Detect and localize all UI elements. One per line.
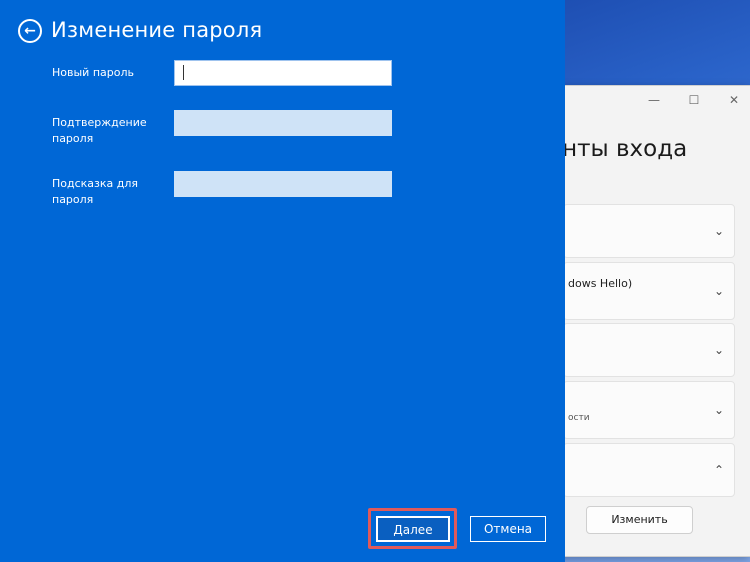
chevron-down-icon: ⌄: [713, 403, 724, 417]
dialog-title: Изменение пароля: [51, 18, 263, 42]
settings-card-2[interactable]: dows Hello) ⌄: [563, 262, 735, 320]
settings-card-1[interactable]: ⌄: [563, 204, 735, 258]
chevron-down-icon: ⌄: [713, 284, 724, 298]
password-hint-input[interactable]: [174, 171, 392, 197]
settings-card-4-sublabel: ости: [568, 413, 590, 423]
password-hint-label: Подсказка для пароля: [52, 177, 139, 206]
next-button[interactable]: Далее: [376, 516, 450, 542]
back-arrow-icon[interactable]: ←: [18, 19, 42, 43]
settings-title: анты входа: [548, 136, 688, 162]
chevron-up-icon: ⌃: [713, 463, 724, 477]
text-caret: [183, 65, 184, 80]
settings-card-5[interactable]: ⌃: [563, 443, 735, 497]
close-icon[interactable]: ✕: [726, 92, 742, 108]
confirm-password-input[interactable]: [174, 110, 392, 136]
maximize-icon[interactable]: ☐: [686, 92, 702, 108]
cancel-button[interactable]: Отмена: [470, 516, 546, 542]
chevron-down-icon: ⌄: [713, 224, 724, 238]
chevron-down-icon: ⌄: [713, 343, 724, 357]
settings-card-4[interactable]: ости ⌄: [563, 381, 735, 439]
confirm-password-label: Подтверждение пароля: [52, 116, 147, 145]
settings-card-3[interactable]: ⌄: [563, 323, 735, 377]
new-password-label: Новый пароль: [52, 66, 134, 79]
new-password-input[interactable]: [174, 60, 392, 86]
change-password-dialog: ← Изменение пароля Новый пароль Подтверж…: [0, 0, 565, 562]
settings-card-2-label: dows Hello): [568, 277, 633, 290]
change-button[interactable]: Изменить: [586, 506, 693, 534]
minimize-icon[interactable]: —: [646, 92, 662, 108]
